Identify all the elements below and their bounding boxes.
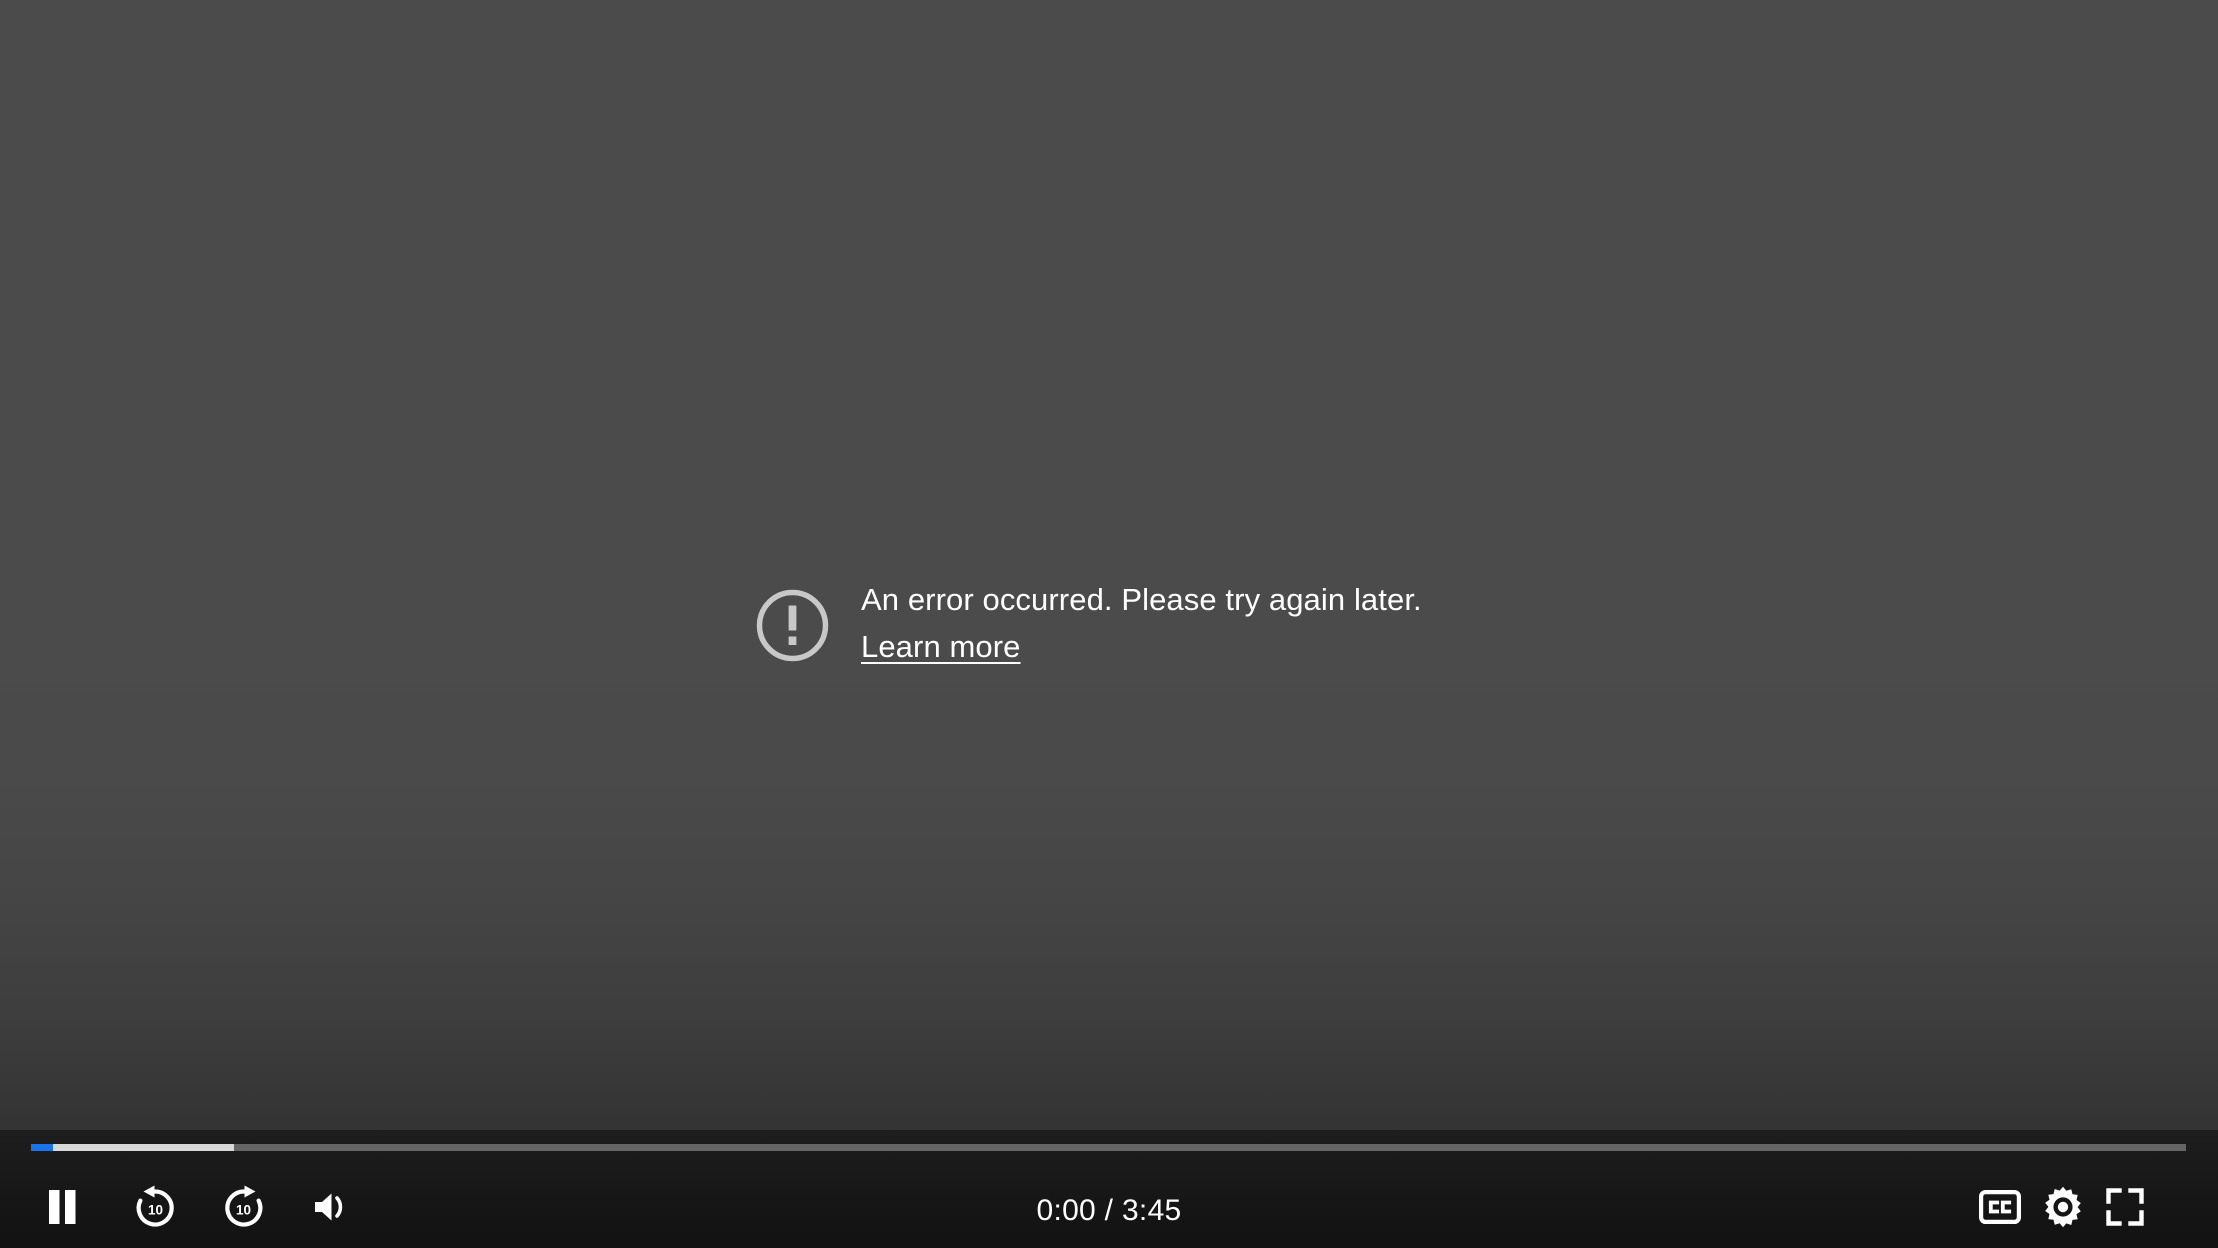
- gear-icon: [2042, 1186, 2084, 1233]
- player-control-bar: 10 10 0:00 / 3:45: [0, 1130, 2218, 1248]
- error-message: An error occurred. Please try again late…: [861, 582, 1422, 617]
- error-text-block: An error occurred. Please try again late…: [861, 572, 1422, 669]
- video-player[interactable]: An error occurred. Please try again late…: [0, 0, 2218, 1248]
- controls-row: 10 10 0:00 / 3:45: [0, 1170, 2218, 1248]
- captions-button[interactable]: [1971, 1180, 2029, 1238]
- fullscreen-icon: [2106, 1187, 2144, 1231]
- progress-loaded: [31, 1144, 234, 1151]
- time-display: 0:00 / 3:45: [1036, 1194, 1182, 1227]
- settings-button[interactable]: [2034, 1180, 2092, 1238]
- progress-bar[interactable]: [0, 1142, 2218, 1152]
- closed-captions-icon: [1978, 1189, 2021, 1229]
- learn-more-link[interactable]: Learn more: [861, 625, 1021, 669]
- circle-exclamation-icon: [755, 588, 830, 663]
- progress-played: [31, 1144, 53, 1151]
- progress-track[interactable]: [31, 1144, 2186, 1151]
- fullscreen-button[interactable]: [2096, 1180, 2154, 1238]
- progress-buffer: [31, 1144, 2186, 1151]
- error-overlay: An error occurred. Please try again late…: [755, 572, 1422, 669]
